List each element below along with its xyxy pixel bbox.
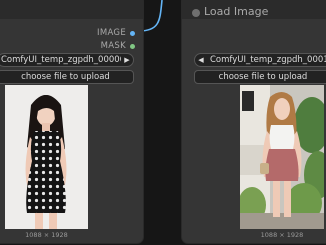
preview-photo-icon [240,85,324,229]
output-mask[interactable]: MASK [101,41,135,51]
node-header[interactable]: Load Image [182,0,326,19]
image-preview [240,85,324,229]
load-image-node-right[interactable]: Load Image ◀ ComfyUI_temp_zgpdh_00012_. … [181,0,326,244]
arrow-left-icon[interactable]: ◀ [195,56,207,64]
node-title: Load Image [204,5,269,18]
upload-button[interactable]: choose file to upload [0,70,134,84]
output-mask-label: MASK [100,41,126,51]
node-header[interactable] [0,0,143,19]
image-select-combo[interactable]: ◀ ComfyUI_temp_zgpdh_00012_. [194,53,326,67]
mask-output-dot-icon[interactable] [130,43,135,49]
image-select-value: ComfyUI_temp_zgpdh_00006_.png [1,55,121,65]
image-preview [5,85,88,229]
preview-photo-icon [5,85,88,229]
preview-dimensions: 1088 × 1928 [260,231,304,239]
output-image-label: IMAGE [97,28,126,38]
arrow-right-icon[interactable]: ▶ [121,56,133,64]
upload-button[interactable]: choose file to upload [194,70,326,84]
image-select-combo[interactable]: ComfyUI_temp_zgpdh_00006_.png ▶ [0,53,134,67]
collapse-dot-icon[interactable] [192,9,200,17]
preview-dimensions: 1088 × 1928 [25,231,68,239]
image-output-dot-icon[interactable] [130,30,135,36]
load-image-node-left[interactable]: IMAGE MASK ComfyUI_temp_zgpdh_00006_.png… [0,0,144,244]
output-image[interactable]: IMAGE [97,28,135,38]
image-select-value: ComfyUI_temp_zgpdh_00012_. [210,55,326,65]
